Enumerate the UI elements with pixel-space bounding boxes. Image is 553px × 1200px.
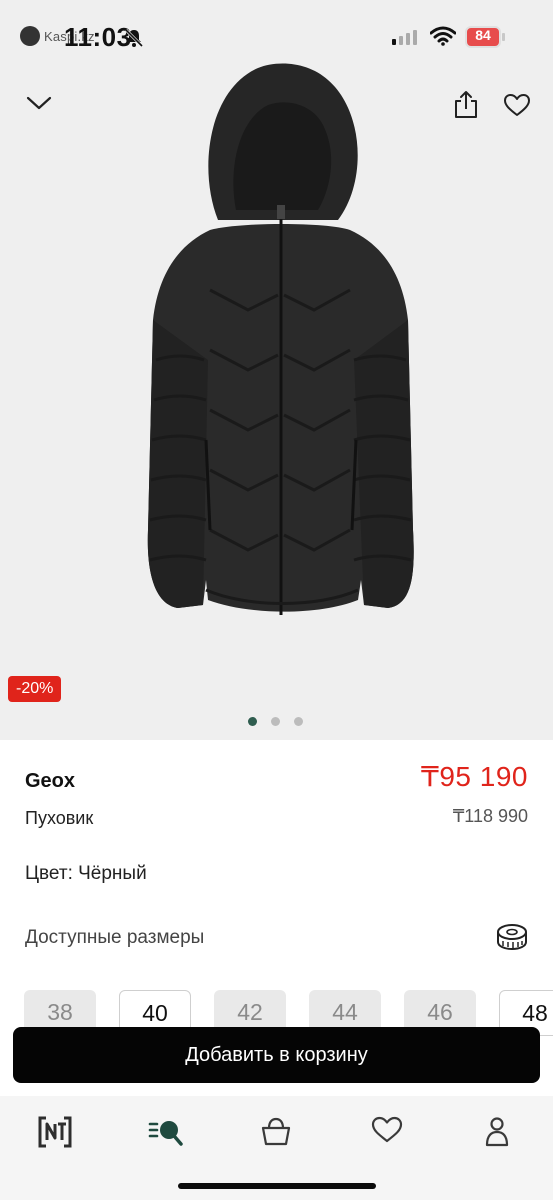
gallery-pagination[interactable]	[248, 717, 303, 726]
product-gallery[interactable]: Kaspi.kz 11:03 84 -20%	[0, 0, 553, 740]
heart-icon[interactable]	[503, 93, 531, 117]
product-price: ₸95 190	[421, 761, 528, 792]
share-icon[interactable]	[453, 90, 479, 120]
add-to-cart-button[interactable]: Добавить в корзину	[13, 1027, 540, 1083]
product-brand[interactable]: Geox	[25, 770, 75, 793]
catalog-search-icon[interactable]	[148, 1116, 184, 1148]
battery-icon: 84	[465, 26, 505, 48]
old-price: ₸118 990	[452, 806, 528, 826]
gallery-dot[interactable]	[294, 717, 303, 726]
back-app-icon	[20, 26, 40, 46]
product-color: Цвет: Чёрный	[25, 863, 147, 884]
measuring-tape-icon[interactable]	[495, 922, 529, 954]
chevron-down-icon[interactable]	[26, 94, 52, 112]
discount-badge: -20%	[8, 676, 62, 702]
product-type: Пуховик	[25, 808, 94, 828]
product-image	[147, 63, 414, 615]
clock: 11:03	[64, 22, 132, 52]
bell-slash-icon	[124, 28, 144, 48]
gallery-dot[interactable]	[271, 717, 280, 726]
wifi-icon	[430, 26, 456, 46]
basket-icon[interactable]	[260, 1116, 292, 1148]
sizes-label: Доступные размеры	[25, 927, 205, 948]
favorites-icon[interactable]	[371, 1116, 403, 1144]
home-indicator	[178, 1183, 376, 1189]
profile-icon[interactable]	[483, 1116, 511, 1148]
battery-level: 84	[475, 27, 491, 43]
gallery-dot[interactable]	[248, 717, 257, 726]
cellular-signal-icon	[392, 30, 417, 45]
home-logo-icon[interactable]	[38, 1116, 72, 1148]
